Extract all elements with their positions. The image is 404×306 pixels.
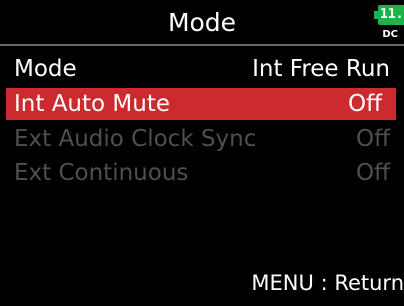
menu-item-ext-audio-clock-sync: Ext Audio Clock Sync Off [0,124,404,154]
return-hint[interactable]: MENU : Return [251,270,404,296]
menu-item-label: Int Auto Mute [14,91,170,117]
menu-item-value: Off [348,91,382,117]
power-source-label: DC [382,29,398,40]
menu-item-value: Int Free Run [252,56,390,82]
screen: Mode 11.9 DC Mode Int Free Run Int Auto … [0,0,404,306]
menu-item-int-auto-mute[interactable]: Int Auto Mute Off [6,88,396,120]
battery-icon: 11.9 [374,5,404,29]
menu-item-ext-continuous: Ext Continuous Off [0,158,404,188]
menu-item-value: Off [356,126,390,152]
menu-item-value: Off [356,160,390,186]
menu-item-mode[interactable]: Mode Int Free Run [0,54,404,84]
menu-list: Mode Int Free Run Int Auto Mute Off Ext … [0,54,404,192]
page-title: Mode [167,8,237,37]
menu-item-label: Ext Continuous [14,160,189,186]
battery-voltage: 11.9 [380,7,404,22]
menu-item-label: Mode [14,56,77,82]
menu-item-label: Ext Audio Clock Sync [14,126,257,152]
header-bar: Mode 11.9 DC [0,0,404,46]
